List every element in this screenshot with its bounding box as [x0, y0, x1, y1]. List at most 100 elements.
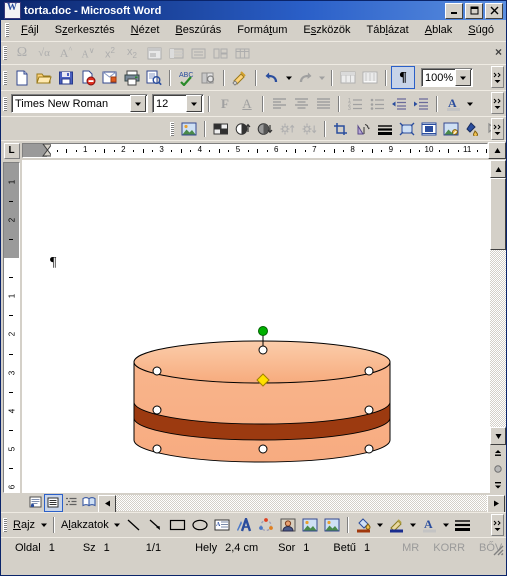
autoshapes-menu-button[interactable]: Alakzatok [59, 519, 112, 531]
menu-tools[interactable]: Eszközök [295, 22, 358, 38]
numbered-list-icon[interactable]: 123 [344, 93, 366, 114]
insert-picture-icon[interactable] [178, 118, 200, 139]
normal-view-button[interactable] [27, 495, 44, 511]
show-formatting-marks-icon[interactable]: ¶ [391, 66, 415, 89]
zoom-dropdown-icon[interactable] [455, 69, 471, 86]
format-picture-icon[interactable] [440, 118, 462, 139]
draw-menu-button[interactable]: Rajz [11, 519, 38, 531]
formatting-toolbar-options-icon[interactable] [491, 92, 504, 114]
next-page-button[interactable] [490, 477, 506, 493]
increase-indent-icon[interactable] [410, 93, 432, 114]
wordart-icon[interactable] [233, 515, 255, 536]
diagram-icon[interactable] [255, 515, 277, 536]
menu-insert[interactable]: Beszúrás [167, 22, 229, 38]
font-color-icon[interactable]: A [419, 515, 441, 536]
standard-toolbar-grip[interactable] [3, 70, 7, 85]
vertical-scrollbar[interactable] [490, 160, 506, 493]
font-color-icon[interactable]: A [442, 93, 464, 114]
line-color-icon[interactable] [386, 515, 408, 536]
drawing-toolbar-grip[interactable] [3, 518, 7, 532]
outline-view-button[interactable] [63, 495, 80, 511]
insert-picture-icon[interactable] [299, 515, 321, 536]
less-contrast-icon[interactable] [254, 118, 276, 139]
more-contrast-icon[interactable] [232, 118, 254, 139]
font-size-dropdown-icon[interactable] [186, 95, 202, 112]
rectangle-icon[interactable] [167, 515, 189, 536]
horizontal-scroll-track[interactable] [116, 494, 487, 511]
drawing-toolbar-options-icon[interactable] [491, 514, 504, 536]
print-layout-view-button[interactable] [44, 493, 63, 512]
decrease-indent-icon[interactable] [388, 93, 410, 114]
close-button[interactable] [485, 2, 503, 19]
menu-window[interactable]: Ablak [417, 22, 461, 38]
arrow-icon[interactable] [145, 515, 167, 536]
document-page[interactable]: ¶ [22, 160, 490, 493]
tab-stop-selector[interactable]: L [1, 141, 22, 160]
text-box-icon[interactable]: A [211, 515, 233, 536]
spelling-check-icon[interactable]: ABC [175, 67, 197, 88]
font-size-combo[interactable]: 12 [152, 94, 204, 113]
line-icon[interactable] [123, 515, 145, 536]
clip-art-icon[interactable] [277, 515, 299, 536]
research-icon[interactable] [197, 67, 219, 88]
insert-picture-from-file-icon[interactable] [321, 515, 343, 536]
horizontal-scrollbar[interactable] [98, 494, 505, 513]
redo-dropdown-icon[interactable] [316, 67, 327, 88]
email-icon[interactable] [99, 67, 121, 88]
subscript-icon[interactable]: x2 [121, 43, 143, 64]
menu-format[interactable]: Formátum [229, 22, 295, 38]
decrease-font-size-icon[interactable]: A∨ [77, 43, 99, 64]
align-center-icon[interactable] [290, 93, 312, 114]
line-color-dropdown-icon[interactable] [408, 515, 419, 536]
draw-menu-dropdown-icon[interactable] [38, 515, 49, 536]
undo-icon[interactable] [261, 67, 283, 88]
underline-icon[interactable]: A [236, 93, 258, 114]
new-document-icon[interactable] [11, 67, 33, 88]
line-style-icon[interactable] [374, 118, 396, 139]
vertical-scroll-thumb[interactable] [490, 178, 506, 250]
rotate-left-icon[interactable] [352, 118, 374, 139]
set-transparent-color-icon[interactable] [462, 118, 484, 139]
title-bar[interactable]: torta.doc - Microsoft Word [1, 1, 506, 20]
save-icon[interactable] [55, 67, 77, 88]
more-brightness-icon[interactable] [276, 118, 298, 139]
select-browse-object-button[interactable] [490, 461, 506, 477]
symbol-toolbar-grip[interactable] [3, 46, 7, 60]
redo-icon[interactable] [294, 67, 316, 88]
zoom-combo[interactable]: 100% [421, 68, 473, 87]
insert-table-icon[interactable] [231, 43, 253, 64]
standard-toolbar-options-icon[interactable] [491, 66, 504, 88]
increase-font-size-icon[interactable]: A^ [55, 43, 77, 64]
oval-icon[interactable] [189, 515, 211, 536]
open-icon[interactable] [33, 67, 55, 88]
maximize-button[interactable] [465, 2, 483, 19]
line-style-icon[interactable] [452, 515, 474, 536]
menu-help[interactable]: Súgó [460, 22, 502, 38]
fill-color-icon[interactable] [353, 515, 375, 536]
close-task-pane-icon[interactable]: × [495, 45, 502, 59]
bold-icon[interactable]: F [214, 93, 236, 114]
font-name-dropdown-icon[interactable] [130, 95, 146, 112]
minimize-button[interactable] [445, 2, 463, 19]
columns-icon[interactable] [359, 67, 381, 88]
align-left-icon[interactable] [268, 93, 290, 114]
permission-icon[interactable] [77, 67, 99, 88]
formatting-toolbar-grip[interactable] [3, 96, 7, 111]
document-area[interactable]: ¶ [22, 160, 490, 493]
merge-cells-icon[interactable] [165, 43, 187, 64]
format-painter-icon[interactable] [229, 67, 251, 88]
menu-file[interactable]: Fájl [13, 22, 47, 38]
autoshapes-menu-dropdown-icon[interactable] [112, 515, 123, 536]
scroll-down-button[interactable] [490, 427, 506, 445]
reading-layout-view-button[interactable] [80, 495, 97, 511]
picture-toolbar-options-icon[interactable] [491, 118, 504, 140]
hanging-indent-marker[interactable] [42, 150, 51, 157]
undo-dropdown-icon[interactable] [283, 67, 294, 88]
align-justify-icon[interactable] [312, 93, 334, 114]
shape-selection-handles[interactable] [110, 322, 416, 482]
split-cells-icon[interactable] [209, 43, 231, 64]
record-macro-indicator[interactable]: MR [398, 542, 423, 554]
menu-edit[interactable]: Szerkesztés [47, 22, 123, 38]
less-brightness-icon[interactable] [298, 118, 320, 139]
track-changes-indicator[interactable]: KORR [429, 542, 469, 554]
